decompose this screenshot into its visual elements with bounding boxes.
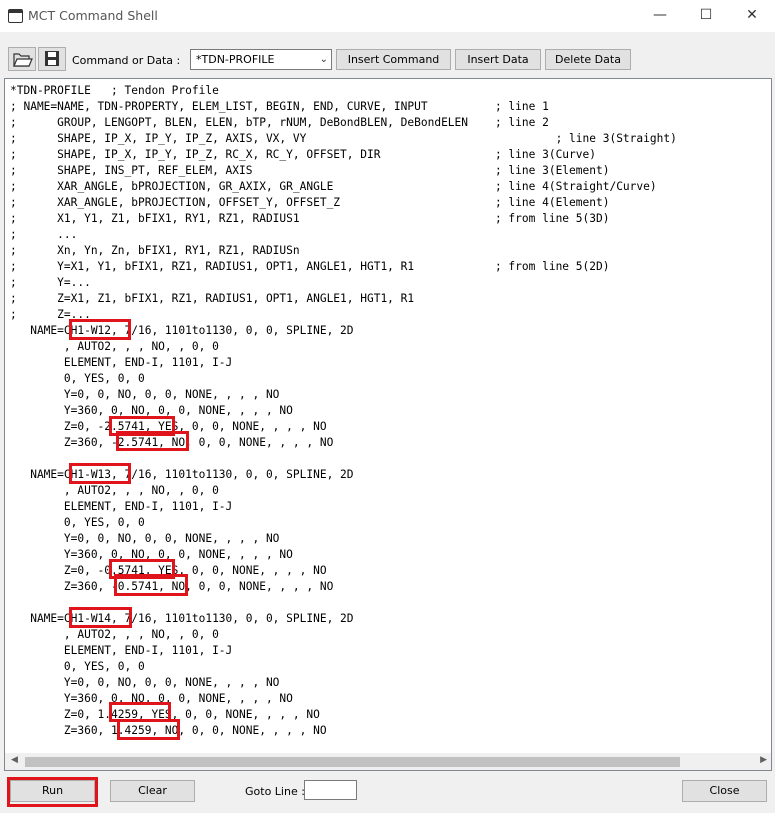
editor-line: 0, YES, 0, 0 [10, 516, 145, 529]
close-window-button[interactable]: ✕ [729, 0, 775, 32]
save-file-button[interactable] [38, 47, 66, 71]
editor-line: , AUTO2, , , NO, , 0, 0 [10, 628, 219, 641]
command-or-data-label: Command or Data : [72, 54, 181, 67]
editor-line: 0, YES, 0, 0 [10, 660, 145, 673]
highlight-box-name-w12 [69, 319, 131, 340]
highlight-box-z360-w14 [117, 719, 180, 740]
editor-line: ; SHAPE, IP_X, IP_Y, IP_Z, AXIS, VX, VY … [10, 132, 677, 145]
editor-line: ; XAR_ANGLE, bPROJECTION, OFFSET_Y, OFFS… [10, 196, 610, 209]
insert-data-button[interactable]: Insert Data [455, 49, 541, 70]
chevron-down-icon: ⌄ [319, 54, 328, 65]
window-title: MCT Command Shell [28, 8, 158, 23]
editor-line: NAME=CH1-W13, 7/16, 1101to1130, 0, 0, SP… [10, 468, 354, 481]
scroll-left-arrow-icon[interactable]: ◀ [11, 755, 18, 765]
editor-line: ; Xn, Yn, Zn, bFIX1, RY1, RZ1, RADIUSn [10, 244, 300, 257]
editor-line: , AUTO2, , , NO, , 0, 0 [10, 484, 219, 497]
maximize-button[interactable]: ☐ [683, 0, 729, 32]
highlight-box-run [7, 777, 98, 807]
editor-line: ; Y=X1, Y1, bFIX1, RZ1, RADIUS1, OPT1, A… [10, 260, 610, 273]
editor-line: ; GROUP, LENGOPT, BLEN, ELEN, bTP, rNUM,… [10, 116, 549, 129]
command-select-value: *TDN-PROFILE [196, 53, 275, 66]
editor-line: NAME=CH1-W14, 7/16, 1101to1130, 0, 0, SP… [10, 612, 354, 625]
goto-line-input[interactable] [304, 780, 357, 800]
highlight-box-z360-w12 [116, 431, 189, 451]
open-file-button[interactable] [8, 47, 36, 71]
clear-button[interactable]: Clear [110, 780, 195, 802]
editor-line: ELEMENT, END-I, 1101, I-J [10, 356, 233, 369]
scrollbar-thumb[interactable] [25, 757, 680, 767]
editor-line: Y=0, 0, NO, 0, 0, NONE, , , , NO [10, 388, 280, 401]
editor-line: Y=0, 0, NO, 0, 0, NONE, , , , NO [10, 532, 280, 545]
editor-line: 0, YES, 0, 0 [10, 372, 145, 385]
editor-line: ; Y=... [10, 276, 91, 289]
scroll-right-arrow-icon[interactable]: ▶ [760, 755, 767, 765]
folder-open-icon [13, 53, 33, 67]
editor-line: ELEMENT, END-I, 1101, I-J [10, 644, 233, 657]
command-editor[interactable]: *TDN-PROFILE ; Tendon Profile ; NAME=NAM… [4, 78, 772, 771]
app-window-icon [8, 9, 23, 23]
editor-line: Y=0, 0, NO, 0, 0, NONE, , , , NO [10, 676, 280, 689]
goto-line-label: Goto Line : [245, 785, 305, 798]
insert-command-button[interactable]: Insert Command [336, 49, 451, 70]
editor-text: *TDN-PROFILE ; Tendon Profile ; NAME=NAM… [10, 83, 677, 739]
editor-line: ; X1, Y1, Z1, bFIX1, RY1, RZ1, RADIUS1 ;… [10, 212, 610, 225]
editor-line: ; NAME=NAME, TDN-PROPERTY, ELEM_LIST, BE… [10, 100, 549, 113]
toolbar: Command or Data : *TDN-PROFILE ⌄ Insert … [0, 44, 775, 74]
editor-line: ; SHAPE, IP_X, IP_Y, IP_Z, RC_X, RC_Y, O… [10, 148, 596, 161]
editor-line: *TDN-PROFILE ; Tendon Profile [10, 84, 219, 97]
bottom-bar: Run Clear Goto Line : Close [0, 775, 775, 813]
minimize-button[interactable]: — [637, 0, 683, 32]
delete-data-button[interactable]: Delete Data [545, 49, 631, 70]
editor-line: ; XAR_ANGLE, bPROJECTION, GR_AXIX, GR_AN… [10, 180, 657, 193]
command-select[interactable]: *TDN-PROFILE ⌄ [190, 49, 332, 70]
editor-line: ; ... [10, 228, 78, 241]
save-icon [45, 51, 59, 66]
editor-line: ; Z=X1, Z1, bFIX1, RZ1, RADIUS1, OPT1, A… [10, 292, 415, 305]
close-button[interactable]: Close [682, 780, 767, 802]
editor-line: ; SHAPE, INS_PT, REF_ELEM, AXIS ; line 3… [10, 164, 610, 177]
horizontal-scrollbar[interactable]: ◀ ▶ [5, 753, 771, 770]
highlight-box-name-w14 [69, 607, 132, 628]
title-bar: MCT Command Shell — ☐ ✕ [0, 0, 775, 32]
editor-line: NAME=CH1-W12, 7/16, 1101to1130, 0, 0, SP… [10, 324, 354, 337]
highlight-box-z360-w13 [114, 574, 188, 596]
editor-line: , AUTO2, , , NO, , 0, 0 [10, 340, 219, 353]
editor-line: ELEMENT, END-I, 1101, I-J [10, 500, 233, 513]
highlight-box-name-w13 [69, 463, 131, 484]
